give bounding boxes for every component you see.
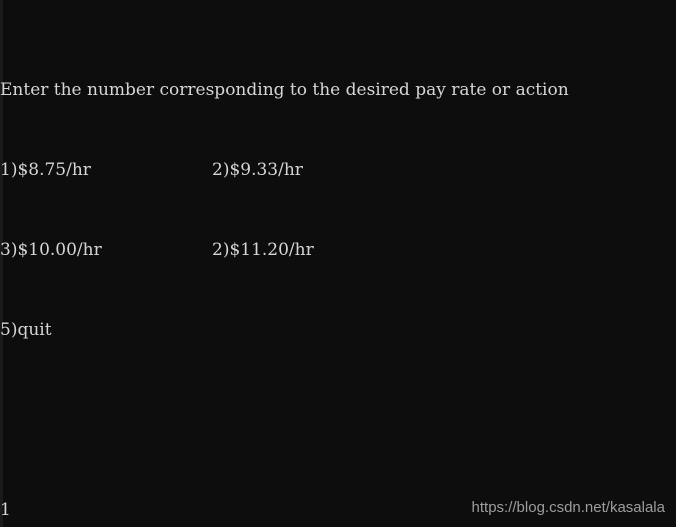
menu-row-1: 1)$8.75/hr 2)$9.33/hr (0, 160, 676, 180)
terminal-window: Enter the number corresponding to the de… (0, 0, 676, 527)
menu-option-5[interactable]: 5)quit (0, 320, 676, 340)
terminal-output[interactable]: Enter the number corresponding to the de… (0, 0, 676, 527)
menu-option-4[interactable]: 2)$11.20/hr (212, 240, 314, 260)
watermark-url: https://blog.csdn.net/kasalala (471, 499, 665, 516)
menu-option-1[interactable]: 1)$8.75/hr (0, 160, 212, 180)
menu-option-2[interactable]: 2)$9.33/hr (212, 160, 303, 180)
menu-row-2: 3)$10.00/hr 2)$11.20/hr (0, 240, 676, 260)
prompt-header-line: Enter the number corresponding to the de… (0, 80, 569, 100)
menu-option-3[interactable]: 3)$10.00/hr (0, 240, 212, 260)
